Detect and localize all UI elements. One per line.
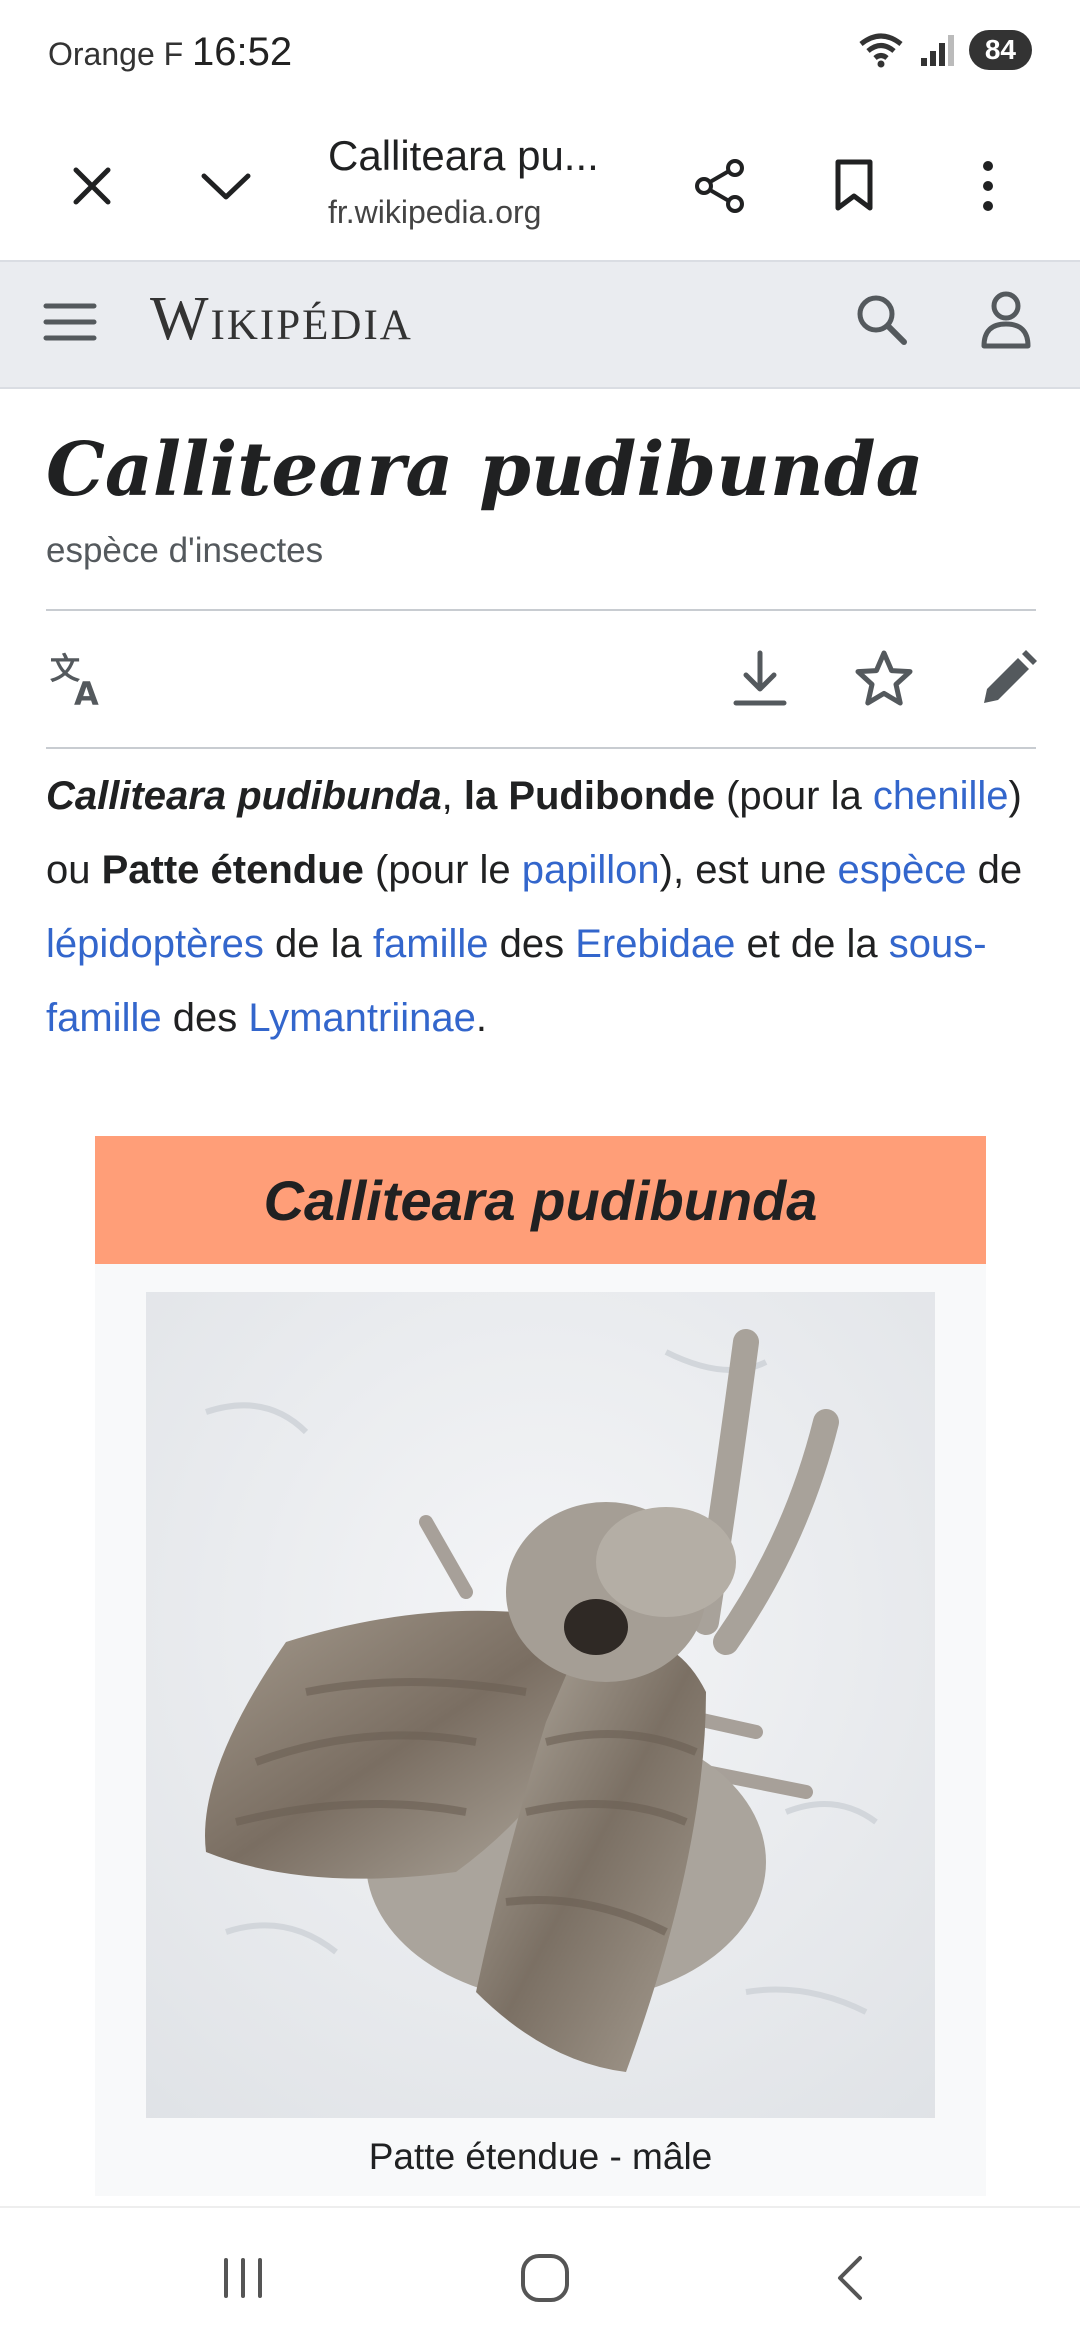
article-link[interactable]: lépidoptères bbox=[46, 922, 264, 966]
lead-text: ), est une bbox=[659, 848, 838, 893]
star-icon bbox=[855, 650, 913, 706]
moth-photo[interactable] bbox=[146, 1292, 935, 2118]
main-menu-button[interactable] bbox=[42, 300, 98, 349]
page-title: Calliteara pudibunda bbox=[46, 427, 924, 513]
lead-text: de bbox=[966, 848, 1023, 893]
edit-button[interactable] bbox=[976, 647, 1040, 711]
translate-icon: 文 A bbox=[50, 652, 99, 709]
moth-image bbox=[146, 1292, 935, 2118]
wifi-icon bbox=[859, 33, 903, 68]
signal-icon bbox=[920, 35, 954, 66]
search-icon bbox=[857, 295, 907, 345]
svg-text:A: A bbox=[74, 675, 99, 709]
bookmark-icon bbox=[835, 159, 873, 211]
lead-text: des bbox=[161, 996, 249, 1041]
taxobox: Calliteara pudibunda Patte étendue - mâl… bbox=[95, 1136, 986, 2196]
wikipedia-wordmark[interactable]: Wikipédia bbox=[150, 284, 413, 355]
lead-paragraph: Calliteara pudibunda, la Pudibonde (pour… bbox=[46, 759, 1036, 1055]
lead-text: des bbox=[488, 922, 576, 967]
close-button[interactable] bbox=[44, 138, 140, 234]
download-button[interactable] bbox=[728, 647, 792, 711]
search-button[interactable] bbox=[852, 290, 912, 355]
language-button[interactable]: 文 A bbox=[46, 647, 110, 711]
battery-indicator: 84 bbox=[968, 30, 1032, 70]
chevron-down-icon bbox=[201, 173, 251, 200]
user-account-button[interactable] bbox=[976, 288, 1036, 357]
bold-term: Calliteara pudibunda bbox=[46, 774, 442, 819]
browser-toolbar: Calliteara pu... fr.wikipedia.org bbox=[0, 110, 1080, 260]
article-link[interactable]: Lymantriinae bbox=[248, 996, 476, 1040]
status-icons: 84 bbox=[857, 30, 1032, 70]
pencil-icon bbox=[984, 650, 1037, 704]
bold-term: Patte étendue bbox=[101, 848, 364, 893]
article-link[interactable]: Erebidae bbox=[575, 922, 735, 966]
status-bar: Orange F 16:52 84 bbox=[0, 0, 1080, 110]
page-description: espèce d'insectes bbox=[46, 531, 324, 571]
tab-title: Calliteara pu... bbox=[328, 132, 599, 179]
more-options-button[interactable] bbox=[940, 138, 1036, 234]
lead-text: (pour la bbox=[714, 774, 873, 819]
download-icon bbox=[733, 650, 787, 706]
lead-text: (pour le bbox=[363, 848, 522, 893]
system-navigation-bar bbox=[0, 2206, 1080, 2342]
bookmark-button[interactable] bbox=[806, 138, 902, 234]
recent-apps-icon bbox=[224, 2258, 262, 2298]
lead-text: . bbox=[475, 996, 487, 1041]
taxobox-title: Calliteara pudibunda bbox=[95, 1136, 986, 1264]
share-button[interactable] bbox=[672, 138, 768, 234]
hamburger-menu-icon bbox=[43, 303, 97, 341]
share-icon bbox=[695, 159, 744, 213]
divider bbox=[46, 747, 1036, 750]
article-link[interactable]: famille bbox=[373, 922, 489, 966]
status-time: 16:52 bbox=[192, 30, 293, 74]
tab-url: fr.wikipedia.org bbox=[328, 194, 542, 230]
article-link[interactable]: chenille bbox=[873, 774, 1009, 818]
more-vertical-icon bbox=[983, 161, 993, 211]
home-button[interactable] bbox=[495, 2238, 595, 2318]
wikipedia-header: Wikipédia bbox=[0, 260, 1080, 389]
minimize-button[interactable] bbox=[178, 138, 274, 234]
user-icon bbox=[981, 291, 1031, 349]
lead-text: et de la bbox=[735, 922, 889, 967]
bold-term: la Pudibonde bbox=[463, 774, 715, 819]
carrier-label: Orange F bbox=[48, 36, 184, 72]
recent-apps-button[interactable] bbox=[193, 2238, 293, 2318]
lead-text: , bbox=[441, 774, 464, 819]
back-button[interactable] bbox=[800, 2238, 900, 2318]
article-link[interactable]: papillon bbox=[522, 848, 660, 892]
article-link[interactable]: espèce bbox=[838, 848, 967, 892]
lead-text: de la bbox=[263, 922, 373, 967]
article-content: Calliteara pudibunda espèce d'insectes 文… bbox=[46, 427, 1037, 1095]
watch-star-button[interactable] bbox=[852, 647, 916, 711]
image-caption: Patte étendue - mâle bbox=[368, 2136, 713, 2177]
home-icon bbox=[521, 2254, 569, 2302]
back-icon bbox=[838, 2256, 862, 2300]
close-icon bbox=[73, 167, 111, 205]
page-actions: 文 A bbox=[46, 611, 1037, 747]
